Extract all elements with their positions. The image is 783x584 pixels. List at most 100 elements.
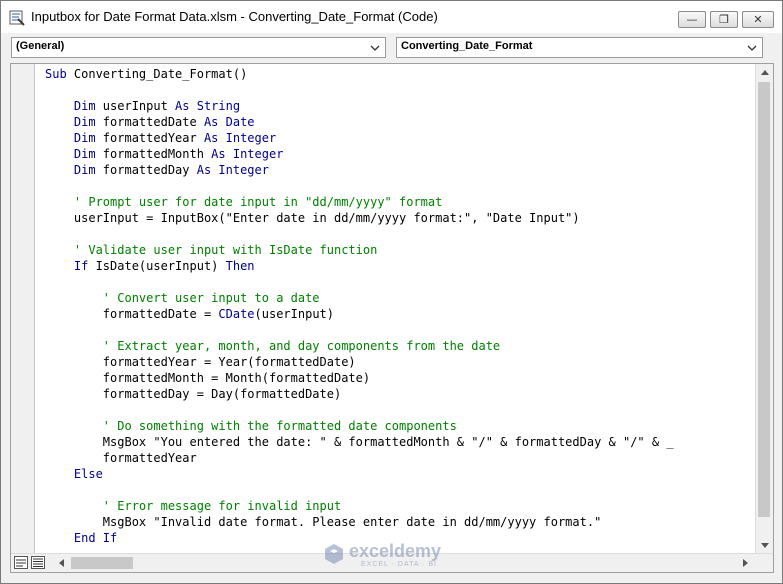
code-text: MsgBox "You entered the date: " & format… <box>45 435 674 449</box>
code-comment: ' Error message for invalid input <box>45 499 342 513</box>
vba-code-window: Inputbox for Date Format Data.xlsm - Con… <box>0 0 783 584</box>
code-line[interactable]: Dim formattedDay As Integer <box>45 162 755 178</box>
code-line[interactable]: Dim userInput As String <box>45 98 755 114</box>
code-text: Converting_Date_Format() <box>73 67 248 81</box>
code-comment: ' Validate user input with IsDate functi… <box>45 243 378 257</box>
code-keyword: End If <box>45 531 118 545</box>
code-keyword: As Date <box>203 115 255 129</box>
code-text: (userInput) <box>254 307 334 321</box>
code-line[interactable]: If IsDate(userInput) Then <box>45 258 755 274</box>
code-line[interactable]: formattedDay = Day(formattedDate) <box>45 386 755 402</box>
code-text: formattedDate <box>102 115 204 129</box>
code-keyword: As Integer <box>203 131 277 145</box>
watermark-tagline: EXCEL · DATA · BI <box>361 561 437 568</box>
code-comment: ' Do something with the formatted date c… <box>45 419 457 433</box>
code-comment: ' Prompt user for date input in "dd/mm/y… <box>45 195 443 209</box>
code-line[interactable] <box>45 482 755 498</box>
restore-button[interactable]: ❐ <box>710 11 738 28</box>
code-text: formattedDay = Day(formattedDate) <box>45 387 342 401</box>
code-text: MsgBox "Invalid date format. Please ente… <box>45 515 602 529</box>
code-line[interactable] <box>45 402 755 418</box>
close-icon: ✕ <box>753 13 763 26</box>
code-text: formattedDate = <box>45 307 219 321</box>
code-text: formattedYear <box>45 451 197 465</box>
code-line[interactable]: MsgBox "You entered the date: " & format… <box>45 434 755 450</box>
title-bar[interactable]: Inputbox for Date Format Data.xlsm - Con… <box>1 1 782 33</box>
code-keyword: Dim <box>45 163 103 177</box>
code-keyword: Then <box>225 259 255 273</box>
scroll-down-icon[interactable] <box>756 537 773 554</box>
full-module-view-icon[interactable] <box>31 556 45 569</box>
code-keyword: Dim <box>45 115 103 129</box>
watermark-name: exceldemy <box>349 541 442 561</box>
object-dropdown-value: (General) <box>16 40 65 52</box>
code-line[interactable]: MsgBox "Invalid date format. Please ente… <box>45 514 755 530</box>
code-line[interactable] <box>45 322 755 338</box>
chevron-down-icon[interactable] <box>367 39 383 56</box>
code-line[interactable]: Dim formattedMonth As Integer <box>45 146 755 162</box>
code-text: formattedYear <box>102 131 204 145</box>
code-line[interactable]: Dim formattedDate As Date <box>45 114 755 130</box>
code-editor[interactable]: Sub Converting_Date_Format() Dim userInp… <box>10 63 774 573</box>
code-line[interactable]: ' Error message for invalid input <box>45 498 755 514</box>
chevron-down-icon[interactable] <box>744 39 760 56</box>
code-keyword: As String <box>175 99 241 113</box>
code-pane[interactable]: Sub Converting_Date_Format() Dim userInp… <box>45 66 755 552</box>
code-keyword: Sub <box>45 67 74 81</box>
code-text: userInput <box>102 99 176 113</box>
code-line[interactable]: formattedMonth = Month(formattedDate) <box>45 370 755 386</box>
code-line[interactable]: ' Convert user input to a date <box>45 290 755 306</box>
code-line[interactable]: formattedDate = CDate(userInput) <box>45 306 755 322</box>
code-comment: ' Convert user input to a date <box>45 291 320 305</box>
restore-icon: ❐ <box>719 13 729 26</box>
code-text: formattedMonth <box>102 147 212 161</box>
window-title: Inputbox for Date Format Data.xlsm - Con… <box>31 9 438 24</box>
code-keyword: Dim <box>45 131 103 145</box>
code-line[interactable]: Else <box>45 466 755 482</box>
code-line[interactable]: ' Validate user input with IsDate functi… <box>45 242 755 258</box>
code-keyword: Else <box>45 467 103 481</box>
code-line[interactable] <box>45 82 755 98</box>
code-keyword: If <box>45 259 96 273</box>
minimize-icon: — <box>686 13 698 26</box>
vertical-scrollbar[interactable] <box>755 64 773 554</box>
code-line[interactable]: Dim formattedYear As Integer <box>45 130 755 146</box>
code-line[interactable]: formattedYear = Year(formattedDate) <box>45 354 755 370</box>
code-keyword: Dim <box>45 99 103 113</box>
vba-module-icon <box>9 10 25 26</box>
code-line[interactable]: ' Extract year, month, and day component… <box>45 338 755 354</box>
code-text: userInput = InputBox("Enter date in dd/m… <box>45 211 580 225</box>
close-button[interactable]: ✕ <box>742 11 774 28</box>
code-line[interactable]: ' Do something with the formatted date c… <box>45 418 755 434</box>
code-keyword: As Integer <box>196 163 269 177</box>
procedure-dropdown-value: Converting_Date_Format <box>401 40 533 52</box>
code-text: IsDate(userInput) <box>95 259 226 273</box>
code-text: formattedYear = Year(formattedDate) <box>45 355 356 369</box>
exceldemy-logo-icon <box>323 543 345 570</box>
code-selectors: (General) Converting_Date_Format <box>1 33 782 61</box>
code-text: formattedMonth = Month(formattedDate) <box>45 371 371 385</box>
procedure-view-icon[interactable] <box>14 556 28 569</box>
code-keyword: Dim <box>45 147 103 161</box>
scroll-up-icon[interactable] <box>756 64 773 81</box>
code-line[interactable] <box>45 226 755 242</box>
object-dropdown[interactable]: (General) <box>11 37 386 58</box>
code-line[interactable]: formattedYear <box>45 450 755 466</box>
scroll-left-icon[interactable] <box>53 554 70 572</box>
code-comment: ' Extract year, month, and day component… <box>45 339 501 353</box>
minimize-button[interactable]: — <box>678 11 706 28</box>
vertical-scroll-thumb[interactable] <box>758 82 770 517</box>
horizontal-scroll-thumb[interactable] <box>71 557 133 569</box>
code-line[interactable] <box>45 274 755 290</box>
code-keyword: As Integer <box>211 147 284 161</box>
code-keyword: CDate <box>218 307 255 321</box>
code-line[interactable]: ' Prompt user for date input in "dd/mm/y… <box>45 194 755 210</box>
code-line[interactable]: userInput = InputBox("Enter date in dd/m… <box>45 210 755 226</box>
exceldemy-watermark: exceldemy EXCEL · DATA · BI <box>319 541 469 571</box>
code-line[interactable]: Sub Converting_Date_Format() <box>45 66 755 82</box>
margin-indicator-bar[interactable] <box>11 64 35 554</box>
scroll-right-icon[interactable] <box>737 554 754 572</box>
code-line[interactable] <box>45 178 755 194</box>
code-text: formattedDay <box>102 163 197 177</box>
procedure-dropdown[interactable]: Converting_Date_Format <box>396 37 763 58</box>
